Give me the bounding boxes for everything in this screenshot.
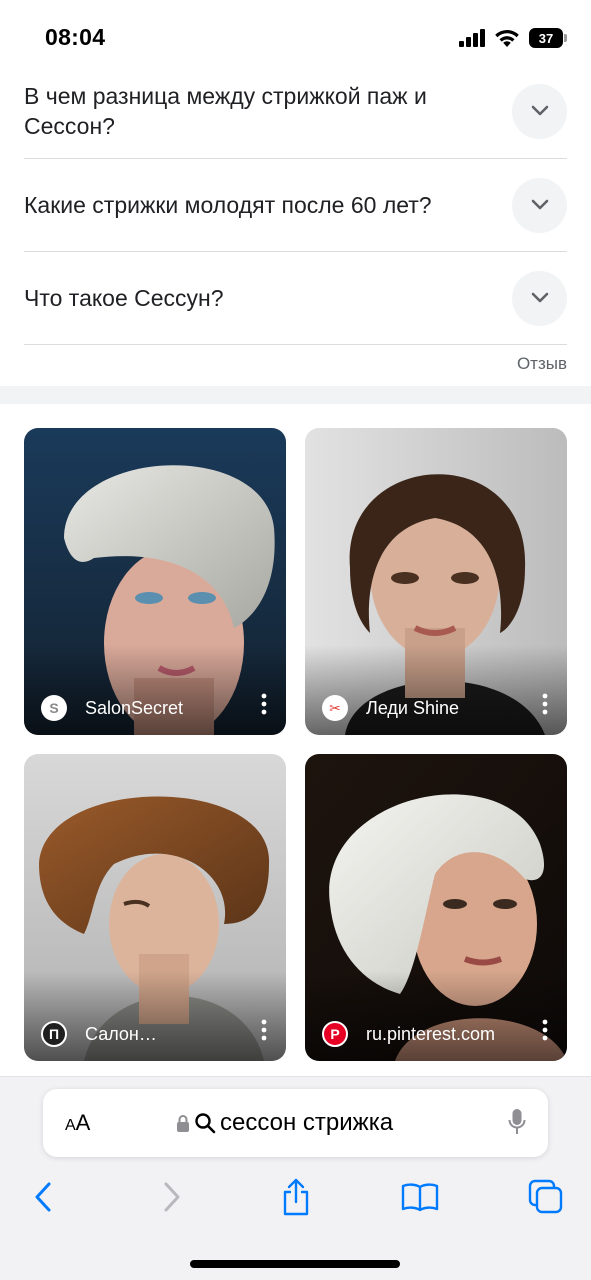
- faq-question: Что такое Сессун?: [24, 285, 224, 311]
- caption-gradient: [305, 971, 567, 1061]
- section-divider: [0, 386, 591, 404]
- source-label: Леди Shine: [366, 697, 460, 718]
- chevron-down-icon: [531, 292, 548, 303]
- image-result[interactable]: П Салон…: [24, 754, 286, 1061]
- address-bar[interactable]: AA сессон стрижка: [43, 1089, 548, 1157]
- lock-icon: [177, 1114, 189, 1132]
- image-result[interactable]: P ru.pinterest.com: [305, 754, 567, 1061]
- battery-icon: 37: [529, 28, 567, 48]
- browser-toolbar: AA сессон стрижка: [0, 1076, 591, 1280]
- source-label: Салон…: [85, 1023, 157, 1044]
- status-time: 08:04: [45, 24, 106, 50]
- bookmarks-button[interactable]: [398, 1175, 442, 1219]
- home-indicator: [190, 1260, 400, 1268]
- feedback-link[interactable]: Отзыв: [517, 354, 567, 374]
- battery-level: 37: [538, 30, 554, 46]
- source-favicon-icon: S: [41, 695, 67, 721]
- chevron-down-icon: [531, 105, 548, 116]
- cellular-signal-icon: [459, 29, 485, 47]
- caption-gradient: [305, 645, 567, 735]
- text-size-button[interactable]: AA: [65, 1110, 90, 1136]
- navigation-row: [0, 1175, 591, 1219]
- more-options-icon[interactable]: [537, 1019, 553, 1041]
- related-questions: В чем разница между стрижкой паж и Сессо…: [24, 64, 567, 345]
- image-result[interactable]: S SalonSecret: [24, 428, 286, 735]
- share-icon: [283, 1178, 309, 1216]
- url-text: сессон стрижка: [220, 1109, 394, 1136]
- image-source: S SalonSecret: [41, 695, 183, 721]
- expand-button[interactable]: [512, 83, 567, 139]
- expand-button[interactable]: [512, 270, 567, 326]
- image-source: П Салон…: [41, 1021, 157, 1047]
- microphone-icon[interactable]: [508, 1108, 526, 1136]
- search-icon: [195, 1113, 216, 1134]
- book-icon: [401, 1183, 439, 1212]
- faq-item[interactable]: В чем разница между стрижкой паж и Сессо…: [24, 64, 567, 159]
- more-options-icon[interactable]: [537, 693, 553, 715]
- forward-button[interactable]: [150, 1175, 194, 1219]
- tabs-button[interactable]: [524, 1175, 568, 1219]
- status-icons: 37: [459, 26, 567, 50]
- chevron-down-icon: [531, 199, 548, 210]
- chevron-right-icon: [164, 1182, 180, 1212]
- faq-item[interactable]: Какие стрижки молодят после 60 лет?: [24, 159, 567, 252]
- more-options-icon[interactable]: [256, 1019, 272, 1041]
- image-source: P ru.pinterest.com: [322, 1021, 495, 1047]
- pinterest-icon: P: [322, 1021, 348, 1047]
- caption-gradient: [24, 971, 286, 1061]
- tabs-icon: [528, 1179, 563, 1214]
- source-label: SalonSecret: [85, 697, 184, 718]
- faq-question: В чем разница между стрижкой паж и Сессо…: [24, 83, 427, 139]
- status-bar: 08:04 37: [0, 0, 591, 70]
- faq-item[interactable]: Что такое Сессун?: [24, 252, 567, 345]
- url-display[interactable]: сессон стрижка: [176, 1109, 393, 1137]
- wifi-icon: [495, 29, 519, 47]
- image-result[interactable]: ✂ Леди Shine: [305, 428, 567, 735]
- source-favicon-icon: П: [41, 1021, 67, 1047]
- source-label: ru.pinterest.com: [366, 1023, 496, 1044]
- expand-button[interactable]: [512, 177, 567, 233]
- image-source: ✂ Леди Shine: [322, 695, 459, 721]
- faq-question: Какие стрижки молодят после 60 лет?: [24, 192, 432, 218]
- share-button[interactable]: [274, 1175, 318, 1219]
- chevron-left-icon: [35, 1182, 51, 1212]
- source-favicon-icon: ✂: [322, 695, 348, 721]
- more-options-icon[interactable]: [256, 693, 272, 715]
- back-button[interactable]: [21, 1175, 65, 1219]
- caption-gradient: [24, 645, 286, 735]
